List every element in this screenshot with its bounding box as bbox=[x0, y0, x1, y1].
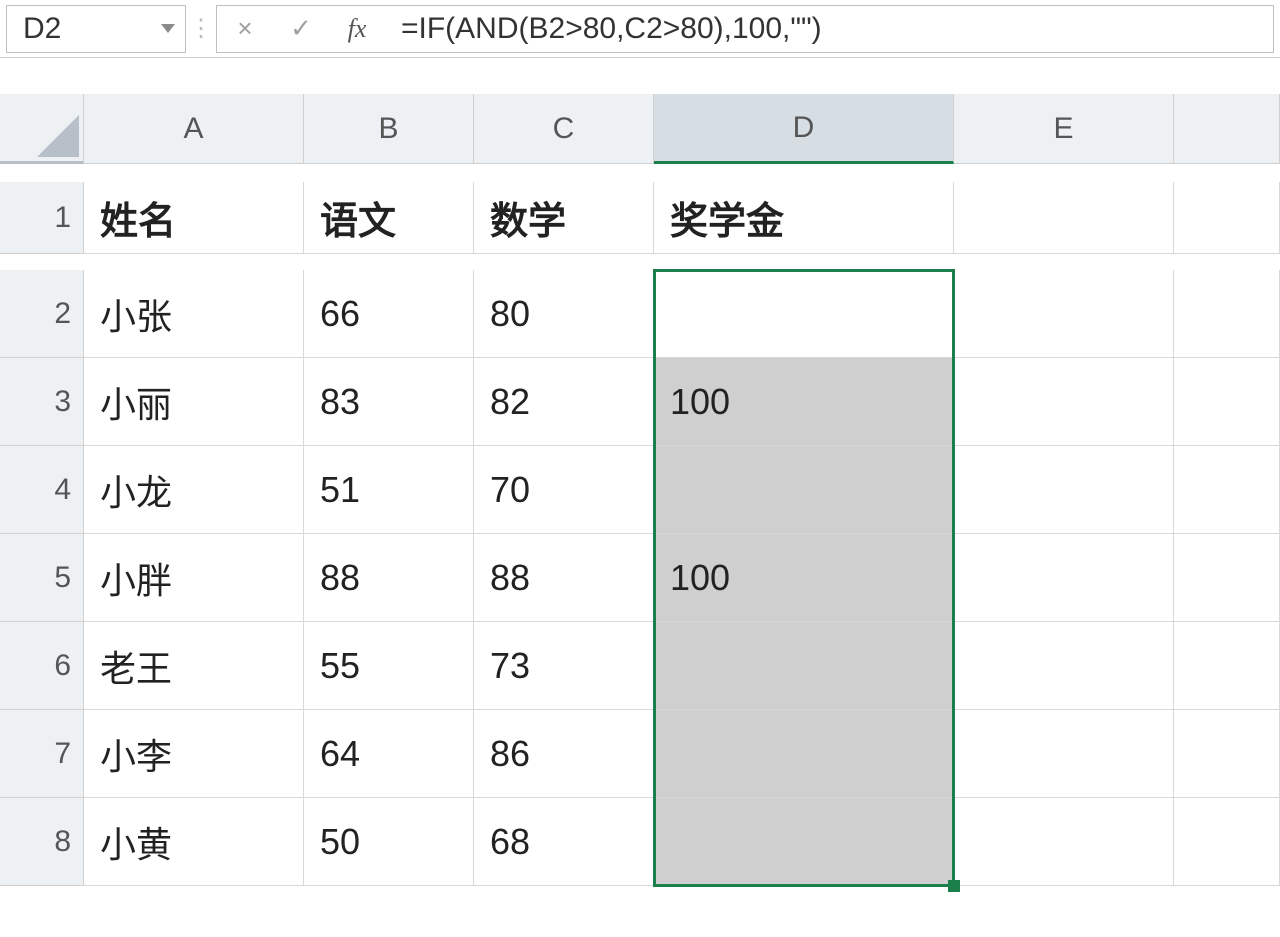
cell-F7[interactable] bbox=[1174, 710, 1280, 798]
select-all-button[interactable] bbox=[0, 94, 84, 164]
formula-bar: D2 × ✓ fx bbox=[0, 0, 1280, 58]
cell-D6[interactable] bbox=[654, 622, 954, 710]
col-header-B[interactable]: B bbox=[304, 94, 474, 164]
cell-E7[interactable] bbox=[954, 710, 1174, 798]
row-header-8[interactable]: 8 bbox=[0, 798, 84, 886]
cell-A3[interactable]: 小丽 bbox=[84, 358, 304, 446]
cell-B7[interactable]: 64 bbox=[304, 710, 474, 798]
cell-C6[interactable]: 73 bbox=[474, 622, 654, 710]
cell-B5[interactable]: 88 bbox=[304, 534, 474, 622]
cell-B6[interactable]: 55 bbox=[304, 622, 474, 710]
cell-C4[interactable]: 70 bbox=[474, 446, 654, 534]
cell-B8[interactable]: 50 bbox=[304, 798, 474, 886]
cell-F1[interactable] bbox=[1174, 182, 1280, 254]
cell-C8[interactable]: 68 bbox=[474, 798, 654, 886]
col-header-extra[interactable] bbox=[1174, 94, 1280, 164]
close-icon: × bbox=[237, 13, 252, 44]
formula-input[interactable] bbox=[385, 6, 1273, 52]
cell-A5[interactable]: 小胖 bbox=[84, 534, 304, 622]
cell-C7[interactable]: 86 bbox=[474, 710, 654, 798]
cell-D1[interactable]: 奖学金 bbox=[654, 182, 954, 254]
row-header-4[interactable]: 4 bbox=[0, 446, 84, 534]
cell-E4[interactable] bbox=[954, 446, 1174, 534]
cell-A2[interactable]: 小张 bbox=[84, 270, 304, 358]
row-header-5[interactable]: 5 bbox=[0, 534, 84, 622]
fx-icon: fx bbox=[348, 14, 367, 44]
row-header-7[interactable]: 7 bbox=[0, 710, 84, 798]
col-header-C[interactable]: C bbox=[474, 94, 654, 164]
name-box[interactable]: D2 bbox=[6, 5, 186, 53]
cell-E1[interactable] bbox=[954, 182, 1174, 254]
cell-A7[interactable]: 小李 bbox=[84, 710, 304, 798]
cell-E8[interactable] bbox=[954, 798, 1174, 886]
cell-F3[interactable] bbox=[1174, 358, 1280, 446]
cell-B2[interactable]: 66 bbox=[304, 270, 474, 358]
cell-A1[interactable]: 姓名 bbox=[84, 182, 304, 254]
cell-E5[interactable] bbox=[954, 534, 1174, 622]
cell-E6[interactable] bbox=[954, 622, 1174, 710]
cell-D3[interactable]: 100 bbox=[654, 358, 954, 446]
cell-D2[interactable] bbox=[654, 270, 954, 358]
cell-F4[interactable] bbox=[1174, 446, 1280, 534]
cell-D5[interactable]: 100 bbox=[654, 534, 954, 622]
chevron-down-icon[interactable] bbox=[161, 24, 175, 33]
insert-function-button[interactable]: fx bbox=[329, 6, 385, 52]
row-header-6[interactable]: 6 bbox=[0, 622, 84, 710]
col-header-D[interactable]: D bbox=[654, 94, 954, 164]
cell-F2[interactable] bbox=[1174, 270, 1280, 358]
row-header-2[interactable]: 2 bbox=[0, 270, 84, 358]
cancel-button[interactable]: × bbox=[217, 6, 273, 52]
col-header-E[interactable]: E bbox=[954, 94, 1174, 164]
cell-C5[interactable]: 88 bbox=[474, 534, 654, 622]
name-box-value: D2 bbox=[23, 12, 153, 46]
cell-A4[interactable]: 小龙 bbox=[84, 446, 304, 534]
cell-E2[interactable] bbox=[954, 270, 1174, 358]
cell-B3[interactable]: 83 bbox=[304, 358, 474, 446]
row-header-3[interactable]: 3 bbox=[0, 358, 84, 446]
cell-D8[interactable] bbox=[654, 798, 954, 886]
row-header-1[interactable]: 1 bbox=[0, 182, 84, 254]
cell-C1[interactable]: 数学 bbox=[474, 182, 654, 254]
cell-E3[interactable] bbox=[954, 358, 1174, 446]
col-header-A[interactable]: A bbox=[84, 94, 304, 164]
check-icon: ✓ bbox=[290, 13, 312, 44]
cell-D7[interactable] bbox=[654, 710, 954, 798]
cell-A8[interactable]: 小黄 bbox=[84, 798, 304, 886]
cell-F8[interactable] bbox=[1174, 798, 1280, 886]
formula-controls: × ✓ fx bbox=[216, 5, 1274, 53]
enter-button[interactable]: ✓ bbox=[273, 6, 329, 52]
formula-separator bbox=[186, 14, 216, 43]
cell-B1[interactable]: 语文 bbox=[304, 182, 474, 254]
cell-B4[interactable]: 51 bbox=[304, 446, 474, 534]
cell-C2[interactable]: 80 bbox=[474, 270, 654, 358]
cell-D4[interactable] bbox=[654, 446, 954, 534]
cell-F5[interactable] bbox=[1174, 534, 1280, 622]
spreadsheet-grid[interactable]: A B C D E 1 姓名 语文 数学 奖学金 2 小张 66 80 3 小丽… bbox=[0, 94, 1280, 886]
cell-C3[interactable]: 82 bbox=[474, 358, 654, 446]
cell-F6[interactable] bbox=[1174, 622, 1280, 710]
cell-A6[interactable]: 老王 bbox=[84, 622, 304, 710]
